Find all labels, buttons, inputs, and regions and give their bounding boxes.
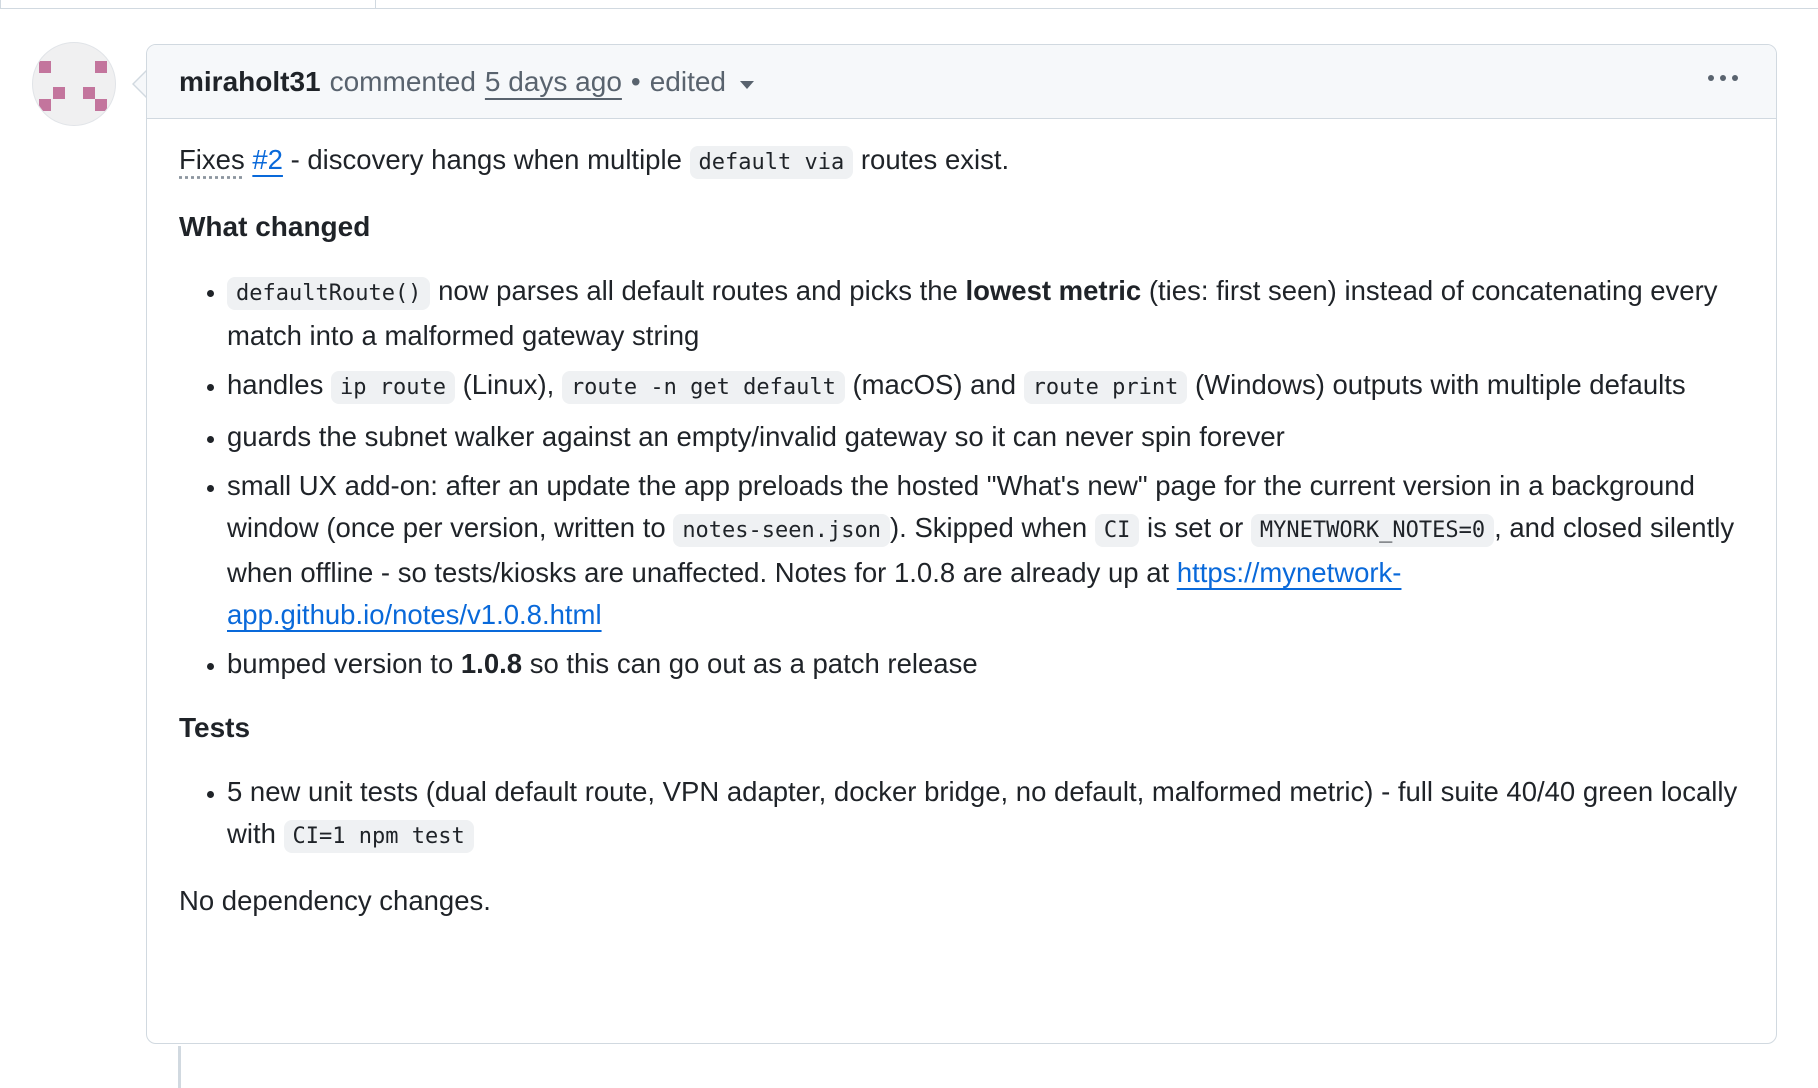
intro-prefix: Fixes [179, 144, 245, 175]
list-item-text: handles [227, 369, 331, 400]
section-heading-tests: Tests [179, 712, 251, 743]
list-item-text: (Linux), [454, 369, 562, 400]
chevron-down-icon [740, 80, 755, 89]
list-item-text: bumped version to [227, 648, 461, 679]
intro-paragraph: Fixes #2 - discovery hangs when multiple… [179, 139, 1744, 184]
header-separator: • [630, 65, 641, 97]
list-item-text: (Windows) outputs with multiple defaults [1187, 369, 1686, 400]
list-item: guards the subnet walker against an empt… [227, 416, 1744, 458]
comment-box: miraholt31 commented 5 days ago • edited… [146, 44, 1777, 1044]
list-item-text: now parses all default routes and picks … [430, 275, 966, 306]
tests-list: 5 new unit tests (dual default route, VP… [179, 771, 1744, 858]
avatar[interactable] [32, 42, 116, 126]
inline-code: defaultRoute() [227, 277, 431, 310]
comment-body: Fixes #2 - discovery hangs when multiple… [147, 119, 1776, 922]
edited-label: edited [649, 65, 727, 97]
inline-code: CI=1 npm test [283, 820, 474, 853]
issue-link[interactable]: #2 [252, 144, 283, 175]
list-item: handles ip route (Linux), route -n get d… [227, 364, 1744, 409]
intro-text: - discovery hangs when multiple [282, 144, 690, 175]
intro-suffix: routes exist. [853, 144, 1010, 175]
list-item: small UX add-on: after an update the app… [227, 465, 1744, 636]
list-item-text: so this can go out as a patch release [522, 648, 978, 679]
edited-dropdown[interactable]: edited [649, 65, 755, 98]
footer-paragraph: No dependency changes. [179, 885, 491, 916]
list-item-text: ). Skipped when [890, 512, 1095, 543]
kebab-horizontal-icon[interactable] [1708, 75, 1738, 81]
inline-code: default via [689, 146, 854, 179]
comment-timestamp[interactable]: 5 days ago [485, 66, 622, 97]
list-item-text: is set or [1139, 512, 1251, 543]
inline-code: route print [1023, 371, 1188, 404]
inline-code: ip route [330, 371, 455, 404]
inline-code: MYNETWORK_NOTES=0 [1250, 514, 1495, 547]
bold-text: 1.0.8 [460, 648, 523, 679]
comment-pointer-fill [134, 72, 146, 96]
bold-text: lowest metric [965, 275, 1142, 306]
list-item-text: guards the subnet walker against an empt… [227, 421, 1285, 452]
section-heading-what-changed: What changed [179, 211, 371, 242]
changes-list: defaultRoute() now parses all default ro… [179, 270, 1744, 685]
comment-action: commented [329, 65, 476, 97]
list-item-text: (macOS) and [844, 369, 1024, 400]
comment-author[interactable]: miraholt31 [179, 66, 321, 98]
list-item: bumped version to 1.0.8 so this can go o… [227, 643, 1744, 685]
timeline-fragment [0, 0, 376, 9]
list-item: defaultRoute() now parses all default ro… [227, 270, 1744, 357]
comment-header: miraholt31 commented 5 days ago • edited [147, 45, 1776, 119]
identicon-icon [39, 61, 107, 111]
timeline-divider [374, 8, 1818, 9]
inline-code: route -n get default [561, 371, 845, 404]
pull-request-page: miraholt31 commented 5 days ago • edited… [0, 0, 1818, 1088]
inline-code: CI [1094, 514, 1140, 547]
list-item: 5 new unit tests (dual default route, VP… [227, 771, 1744, 858]
inline-code: notes-seen.json [673, 514, 890, 547]
timeline-line [178, 1046, 181, 1088]
